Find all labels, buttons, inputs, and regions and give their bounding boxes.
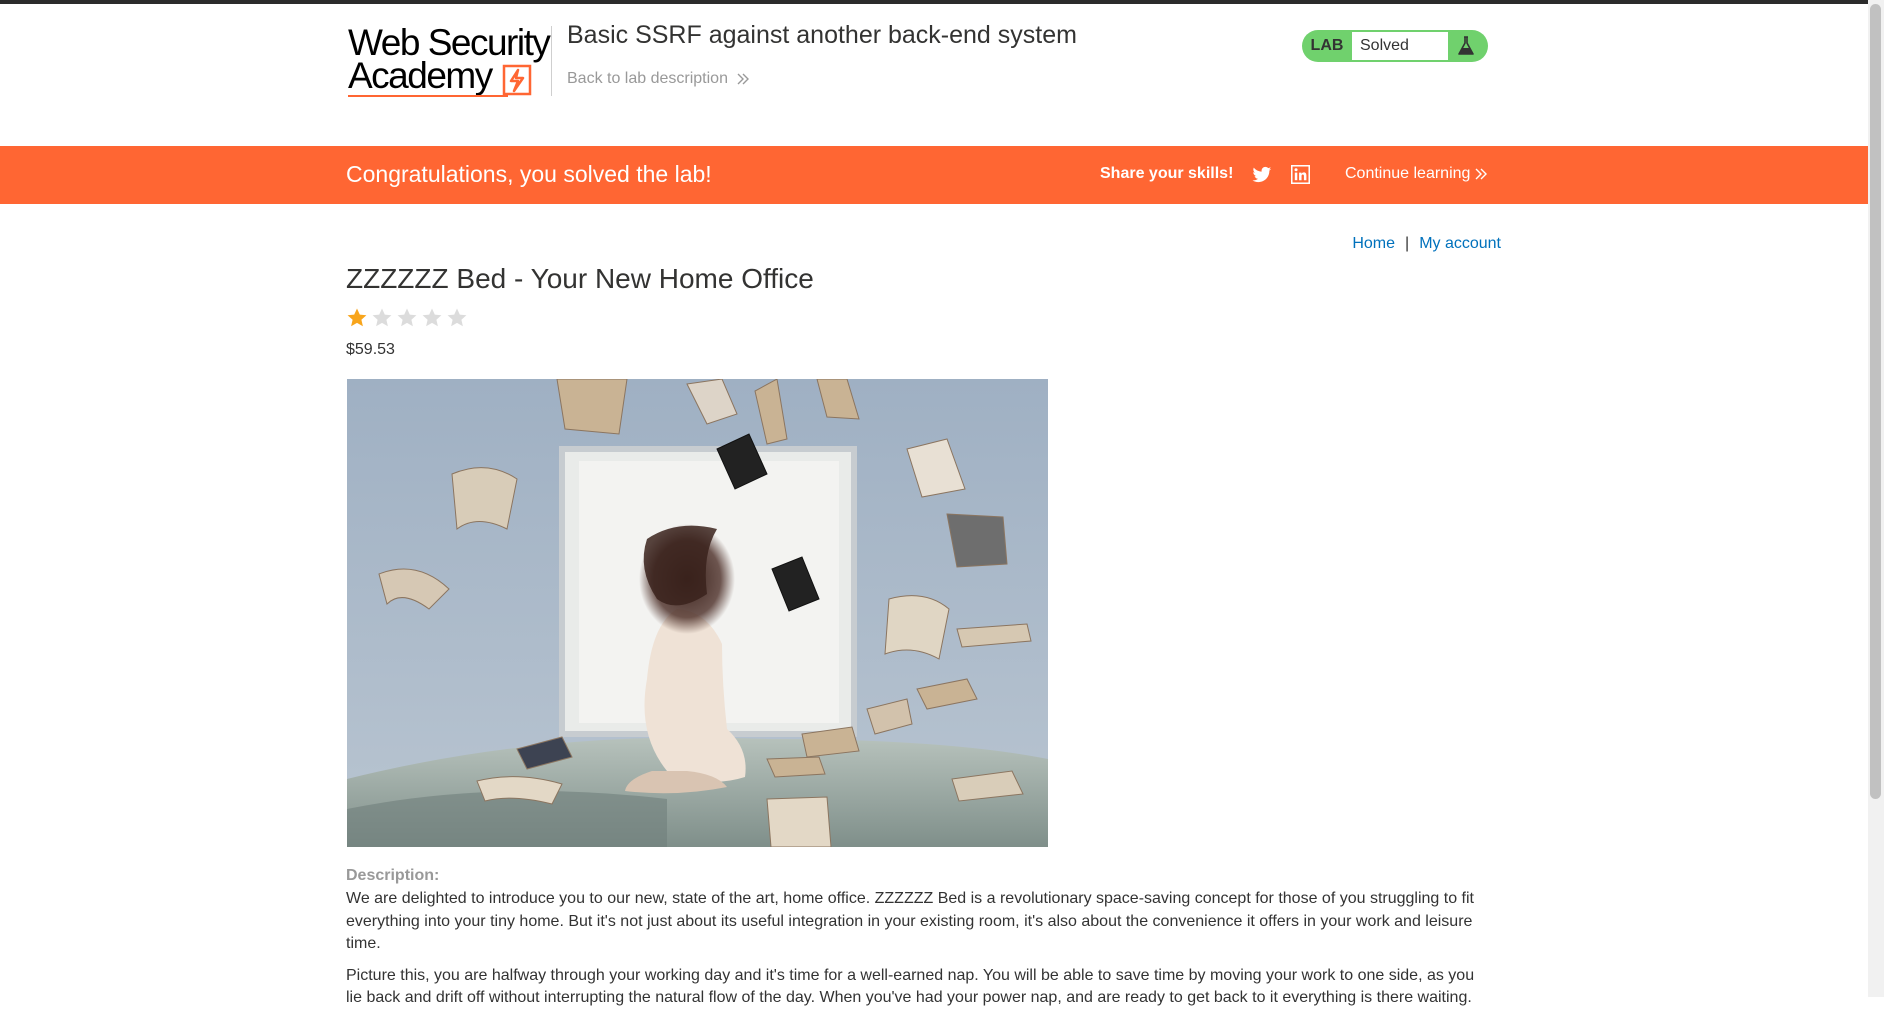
woman-on-bed-with-flying-books-illustration [347,379,1048,847]
double-chevron-right-icon [737,73,749,85]
scrollbar-thumb[interactable] [1870,4,1881,799]
back-link-label: Back to lab description [567,70,728,87]
logo-bolt-icon [502,64,532,96]
header-divider [551,26,552,96]
top-navigation: Home | My account [1352,235,1501,253]
star-empty-icon [372,308,392,327]
description-label: Description: [346,867,440,884]
logo-underline [348,95,508,97]
my-account-link[interactable]: My account [1419,235,1501,252]
web-security-academy-logo[interactable]: Web Security Academy [348,24,551,104]
solved-banner: Congratulations, you solved the lab! Sha… [0,146,1868,204]
lab-header: Web Security Academy Basic SSRF against … [0,4,1868,146]
double-chevron-right-icon [1475,168,1488,180]
nav-separator: | [1405,235,1410,252]
page-scrollbar[interactable] [1868,0,1884,997]
lab-badge-label: LAB [1310,37,1344,54]
product-price: $59.53 [346,341,395,358]
lab-title: Basic SSRF against another back-end syst… [567,21,1077,49]
product-image [347,379,1048,847]
linkedin-icon[interactable] [1291,165,1310,184]
flask-icon [1448,36,1484,56]
star-empty-icon [447,308,467,327]
continue-learning-link[interactable]: Continue learning [1345,165,1488,183]
twitter-icon[interactable] [1252,166,1272,184]
continue-learning-label: Continue learning [1345,165,1471,182]
back-to-lab-description-link[interactable]: Back to lab description [567,70,750,88]
share-label: Share your skills! [1100,165,1234,182]
star-filled-icon [347,308,367,327]
product-title: ZZZZZZ Bed - Your New Home Office [346,263,814,294]
product-description: We are delighted to introduce you to our… [346,888,1486,1019]
star-empty-icon [422,308,442,327]
description-paragraph-1: We are delighted to introduce you to our… [346,890,1474,952]
description-paragraph-2: Picture this, you are halfway through yo… [346,966,1475,1007]
congratulations-message: Congratulations, you solved the lab! [346,161,712,187]
product-rating [346,307,468,329]
home-link[interactable]: Home [1352,235,1395,252]
star-empty-icon [397,308,417,327]
lab-status-widget: LAB Solved [1302,30,1488,62]
lab-status-text: Solved [1352,32,1448,60]
